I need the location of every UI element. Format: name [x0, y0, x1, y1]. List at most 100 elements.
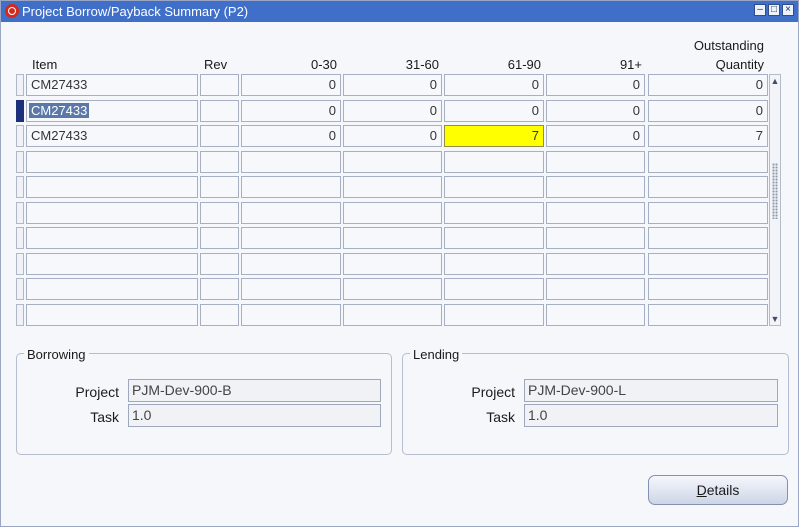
cell-b91[interactable]	[546, 176, 645, 198]
cell-b61-90[interactable]	[444, 176, 544, 198]
cell-b31-60[interactable]	[343, 150, 442, 173]
cell-b31-60[interactable]	[343, 278, 442, 300]
cell-b0-30[interactable]	[241, 150, 341, 173]
cell-rev[interactable]	[200, 278, 239, 300]
cell-b91[interactable]	[546, 303, 645, 326]
row-indicator[interactable]	[16, 125, 24, 147]
cell-rev[interactable]	[200, 303, 239, 326]
cell-item[interactable]: CM27433	[26, 99, 198, 122]
row-indicator[interactable]	[16, 252, 24, 275]
cell-qty[interactable]	[648, 278, 768, 300]
cell-qty[interactable]	[648, 227, 768, 249]
cell-rev[interactable]	[200, 99, 239, 122]
close-icon[interactable]: ×	[782, 4, 794, 16]
borrowing-project-field[interactable]: PJM-Dev-900-B	[128, 379, 381, 402]
cell-rev[interactable]	[200, 176, 239, 198]
cell-b61-90[interactable]	[444, 201, 544, 224]
vertical-scrollbar[interactable]: ▲ ▼	[769, 74, 781, 326]
cell-item[interactable]	[26, 176, 198, 198]
cell-b31-60[interactable]: 0	[343, 99, 442, 122]
cell-b61-90[interactable]: 0	[444, 74, 544, 96]
cell-rev[interactable]	[200, 227, 239, 249]
cell-qty[interactable]	[648, 150, 768, 173]
cell-b91[interactable]: 0	[546, 74, 645, 96]
borrowing-task-field[interactable]: 1.0	[128, 404, 381, 427]
cell-qty[interactable]	[648, 201, 768, 224]
row-indicator[interactable]	[16, 227, 24, 249]
cell-rev[interactable]	[200, 252, 239, 275]
cell-qty[interactable]: 7	[648, 125, 768, 147]
row-indicator[interactable]	[16, 278, 24, 300]
column-header-quantity: Quantity	[715, 57, 764, 72]
column-header-31-60: 31-60	[405, 57, 439, 72]
cell-rev[interactable]	[200, 201, 239, 224]
cell-item[interactable]	[26, 201, 198, 224]
cell-b0-30[interactable]: 0	[241, 125, 341, 147]
cell-item[interactable]	[26, 227, 198, 249]
cell-b91[interactable]	[546, 227, 645, 249]
row-indicator[interactable]	[16, 99, 24, 122]
cell-b91[interactable]: 0	[546, 99, 645, 122]
scroll-up-icon[interactable]: ▲	[770, 75, 780, 87]
lending-project-label: Project	[471, 384, 515, 400]
cell-b31-60[interactable]	[343, 201, 442, 224]
row-indicator[interactable]	[16, 176, 24, 198]
details-button[interactable]: Details	[648, 475, 788, 505]
cell-b91[interactable]: 0	[546, 125, 645, 147]
window-controls: – □ ×	[754, 4, 794, 16]
cell-item[interactable]	[26, 252, 198, 275]
details-button-mnemonic: D	[696, 482, 707, 498]
cell-qty[interactable]: 0	[648, 74, 768, 96]
row-indicator[interactable]	[16, 150, 24, 173]
cell-qty[interactable]	[648, 176, 768, 198]
cell-b31-60[interactable]: 0	[343, 125, 442, 147]
cell-b61-90[interactable]	[444, 303, 544, 326]
cell-qty[interactable]	[648, 303, 768, 326]
cell-b31-60[interactable]	[343, 176, 442, 198]
cell-b91[interactable]	[546, 201, 645, 224]
cell-b0-30[interactable]	[241, 176, 341, 198]
cell-qty[interactable]	[648, 252, 768, 275]
row-indicator[interactable]	[16, 74, 24, 96]
cell-b31-60[interactable]	[343, 303, 442, 326]
minimize-icon[interactable]: –	[754, 4, 766, 16]
cell-b0-30[interactable]	[241, 278, 341, 300]
lending-task-field[interactable]: 1.0	[524, 404, 778, 427]
cell-b61-90[interactable]: 0	[444, 99, 544, 122]
maximize-icon[interactable]: □	[768, 4, 780, 16]
cell-rev[interactable]	[200, 125, 239, 147]
cell-b31-60[interactable]	[343, 227, 442, 249]
cell-item[interactable]: CM27433	[26, 74, 198, 96]
row-indicator[interactable]	[16, 201, 24, 224]
cell-b0-30[interactable]	[241, 227, 341, 249]
row-indicator[interactable]	[16, 303, 24, 326]
cell-b31-60[interactable]: 0	[343, 74, 442, 96]
cell-item[interactable]: CM27433	[26, 125, 198, 147]
scroll-down-icon[interactable]: ▼	[770, 313, 780, 325]
cell-b61-90[interactable]	[444, 227, 544, 249]
cell-b0-30[interactable]: 0	[241, 99, 341, 122]
cell-b31-60[interactable]	[343, 252, 442, 275]
cell-b61-90[interactable]	[444, 252, 544, 275]
cell-rev[interactable]	[200, 150, 239, 173]
cell-b91[interactable]	[546, 278, 645, 300]
borrowing-task-label: Task	[90, 409, 119, 425]
cell-b61-90[interactable]	[444, 278, 544, 300]
cell-b61-90[interactable]: 7	[444, 125, 544, 147]
cell-b91[interactable]	[546, 252, 645, 275]
cell-item[interactable]	[26, 150, 198, 173]
cell-b0-30[interactable]	[241, 201, 341, 224]
cell-b61-90[interactable]	[444, 150, 544, 173]
cell-b0-30[interactable]	[241, 252, 341, 275]
scroll-grip[interactable]	[772, 163, 778, 219]
cell-qty[interactable]: 0	[648, 99, 768, 122]
lending-project-field[interactable]: PJM-Dev-900-L	[524, 379, 778, 402]
cell-b0-30[interactable]	[241, 303, 341, 326]
cell-b91[interactable]	[546, 150, 645, 173]
window-title: Project Borrow/Payback Summary (P2)	[22, 4, 249, 19]
cell-b0-30[interactable]: 0	[241, 74, 341, 96]
cell-item[interactable]	[26, 303, 198, 326]
cell-rev[interactable]	[200, 74, 239, 96]
borrowing-title: Borrowing	[24, 347, 89, 362]
cell-item[interactable]	[26, 278, 198, 300]
